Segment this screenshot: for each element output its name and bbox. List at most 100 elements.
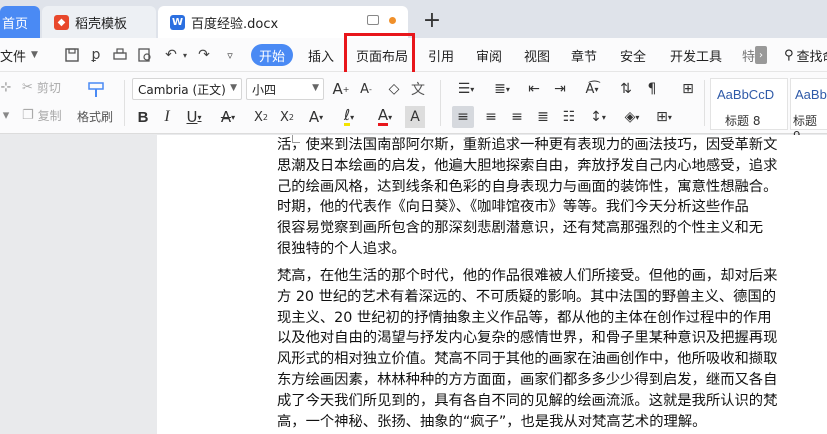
tab-home-label: 首页 [2,16,29,32]
pinyin-guide-icon[interactable]: 文 [409,78,427,100]
table-insert-icon[interactable]: ⊞ [676,78,700,100]
font-color-icon[interactable]: A ▾ [372,106,398,128]
increase-indent-icon[interactable]: ⇥ [550,78,570,100]
character-shading-icon[interactable]: A [405,106,425,128]
align-center-icon[interactable]: ≡ [480,106,502,128]
save-icon[interactable] [63,46,81,64]
paragraph-2[interactable]: 梵高，在他生活的那个时代，他的作品很难被人们所接受。但他的画，却对后来 方 20… [277,266,827,432]
menu-file[interactable]: 文件 ▼ [0,38,38,72]
align-right-icon[interactable]: ≡ [506,106,528,128]
menu-security[interactable]: 安全 [620,38,646,72]
highlight-color-icon[interactable]: ℓ ▾ [336,106,362,128]
bullets-icon[interactable]: ☰ ▾ [452,78,480,100]
menu-file-label: 文件 [0,49,27,65]
menu-chapter[interactable]: 章节 [571,38,597,72]
search-icon: ⚲ [784,47,794,63]
text-line: 方 20 世纪的艺术有着深远的、不可质疑的影响。其中法国的野兽主义、德国的 [277,288,777,305]
font-name-value: Cambria (正文) [138,82,226,97]
superscript-icon[interactable]: X2 [250,106,272,128]
ribbon-toolbar: ⊹ ▾ ✂ 剪切 ❐ 复制 格式刷 Cambria (正文) ▼ 小四 ▼ A +… [0,72,827,143]
undo-dropdown-icon[interactable]: ▾ [176,46,194,64]
numbering-icon[interactable]: ≣ ▾ [488,78,516,100]
clear-format-icon[interactable]: ◇ [383,78,405,100]
text-line: 活，使来到法国南部阿尔斯，重新追求一种更有表现力的画法技巧，因受革新文 [277,137,778,153]
menu-insert[interactable]: 插入 [308,38,334,72]
text-line: 很独特的个人追求。 [277,240,406,257]
borders-icon[interactable]: ⊞ ▾ [650,106,678,128]
document-page[interactable]: 活，使来到法国南部阿尔斯，重新追求一种更有表现力的画法技巧，因受革新文 思潮及日… [157,135,827,434]
chevron-down-icon: ▼ [230,83,237,93]
line-spacing-icon[interactable]: ↕ ▾ [584,106,612,128]
style-heading-8[interactable]: AaBbCcD 标题 8 [710,78,788,130]
copy-label: 复制 [37,108,62,123]
paste-dropdown-icon[interactable]: ▾ [0,106,12,124]
menu-developer[interactable]: 开发工具 [670,38,722,72]
copy-icon: ❐ [22,107,34,123]
search-command-label: 查找命 [796,49,827,65]
menu-start[interactable]: 开始 [251,44,293,66]
text-line: 东方绘画因素，林林种种的方方面面，画家们都多多少少得到启发，继而又各自 [277,371,778,388]
sort-icon[interactable]: ⇅ [616,78,636,100]
menu-review[interactable]: 审阅 [476,38,502,72]
text-line: 以及他对自由的渴望与抒发内心复杂的感情世界，和骨子里某种意识及把握再现 [277,330,778,347]
italic-icon[interactable]: I [158,106,176,128]
style-name: 标题 8 [725,114,761,128]
new-tab-button[interactable]: + [420,8,444,33]
text-line: 现主义、20 世纪初的抒情抽象主义作品等，都从他的主体在创作过程中的作用 [277,309,772,326]
decrease-indent-icon[interactable]: ⇤ [524,78,544,100]
export-pdf-icon[interactable]: ꝑ [87,46,105,64]
text-line: 思潮及日本绘画的启发，他遍大胆地探索自由，奔放抒发自己内心地感受，追求 [277,157,778,174]
print-preview-icon[interactable] [136,46,154,64]
search-command[interactable]: ⚲ 查找命 [784,38,827,72]
text-line: 己的绘画风格，达到线条和色彩的自身表现力与画面的装饰性，寓意性想融合。 [277,178,778,195]
font-size-select[interactable]: 小四 ▼ [246,78,324,100]
chevron-right-icon[interactable]: › [755,46,767,64]
menu-references[interactable]: 引用 [428,38,454,72]
text-line: 成了今天我们所见到的，具有各自不同的见解的绘画流派。这就是我所认识的梵 [277,392,778,409]
divider [124,80,125,126]
paste-icon[interactable]: ⊹ [0,78,12,96]
copy-button[interactable]: ❐ 复制 [22,106,62,124]
text-line: 风形式的相对独立价值。梵高不同于其他的画家在油画创作中，他所吸收和撷取 [277,351,778,368]
subscript-icon[interactable]: X2 [276,106,298,128]
text-effect-icon[interactable]: A ▾ [304,106,328,128]
redo-icon[interactable]: ↷ [195,46,213,64]
tab-home[interactable]: 首页 [0,6,40,38]
style-heading-9[interactable]: AaBbCcD 标题 9 [790,78,827,143]
bold-icon[interactable]: B [134,106,152,128]
distribute-icon[interactable]: ☷ [558,106,580,128]
grow-font-icon[interactable]: A + [331,78,351,100]
text-line: 很容易觉察到画所包含的那深刻悲剧潜意识，还有梵高那强烈的个性主义和无 [277,220,764,237]
change-case-icon[interactable]: A͡ ▾ [578,78,606,100]
monitor-icon[interactable] [367,15,379,25]
customize-toolbar-icon[interactable]: ▿ [221,46,239,64]
cut-label: 剪切 [36,80,61,95]
justify-icon[interactable]: ≣ [532,106,554,128]
text-line: 时期，他的代表作《向日葵》、《咖啡馆夜市》等等。我们今天分析这些作品 [277,199,749,216]
font-name-select[interactable]: Cambria (正文) ▼ [132,78,242,100]
tab-template-label: 稻壳模板 [75,16,128,32]
shading-icon[interactable]: ◈ ▾ [618,106,646,128]
show-marks-icon[interactable]: ¶ [642,78,662,100]
underline-icon[interactable]: U ▾ [182,106,206,128]
format-painter-icon[interactable] [84,78,108,102]
align-left-icon[interactable]: ≡ [452,106,474,128]
docer-logo-icon: ◆ [54,14,69,30]
menu-special[interactable]: 特 [742,38,755,72]
shrink-font-icon[interactable]: A- [356,78,376,100]
cut-button[interactable]: ✂ 剪切 [22,78,61,96]
document-area: 活，使来到法国南部阿尔斯，重新追求一种更有表现力的画法技巧，因受革新文 思潮及日… [0,135,827,434]
print-icon[interactable] [111,46,129,64]
text-line: 梵高，在他生活的那个时代，他的作品很难被人们所接受。但他的画，却对后来 [277,268,778,284]
chevron-down-icon: ▼ [312,83,319,93]
strikethrough-icon[interactable]: A ▾ [216,106,240,128]
tab-template[interactable]: ◆ 稻壳模板 [42,6,156,38]
style-preview: AaBbCcD [795,87,827,102]
format-painter-label[interactable]: 格式刷 [77,108,113,125]
divider [440,80,441,126]
left-gutter [0,135,157,434]
menu-view[interactable]: 视图 [524,38,550,72]
tab-document-label: 百度经验.docx [191,16,279,32]
paragraph-1[interactable]: 活，使来到法国南部阿尔斯，重新追求一种更有表现力的画法技巧，因受革新文 思潮及日… [277,135,827,260]
text-line: 高，一个神秘、张扬、抽象的“疯子”，也是我从对梵高艺术的理解。 [277,413,707,430]
